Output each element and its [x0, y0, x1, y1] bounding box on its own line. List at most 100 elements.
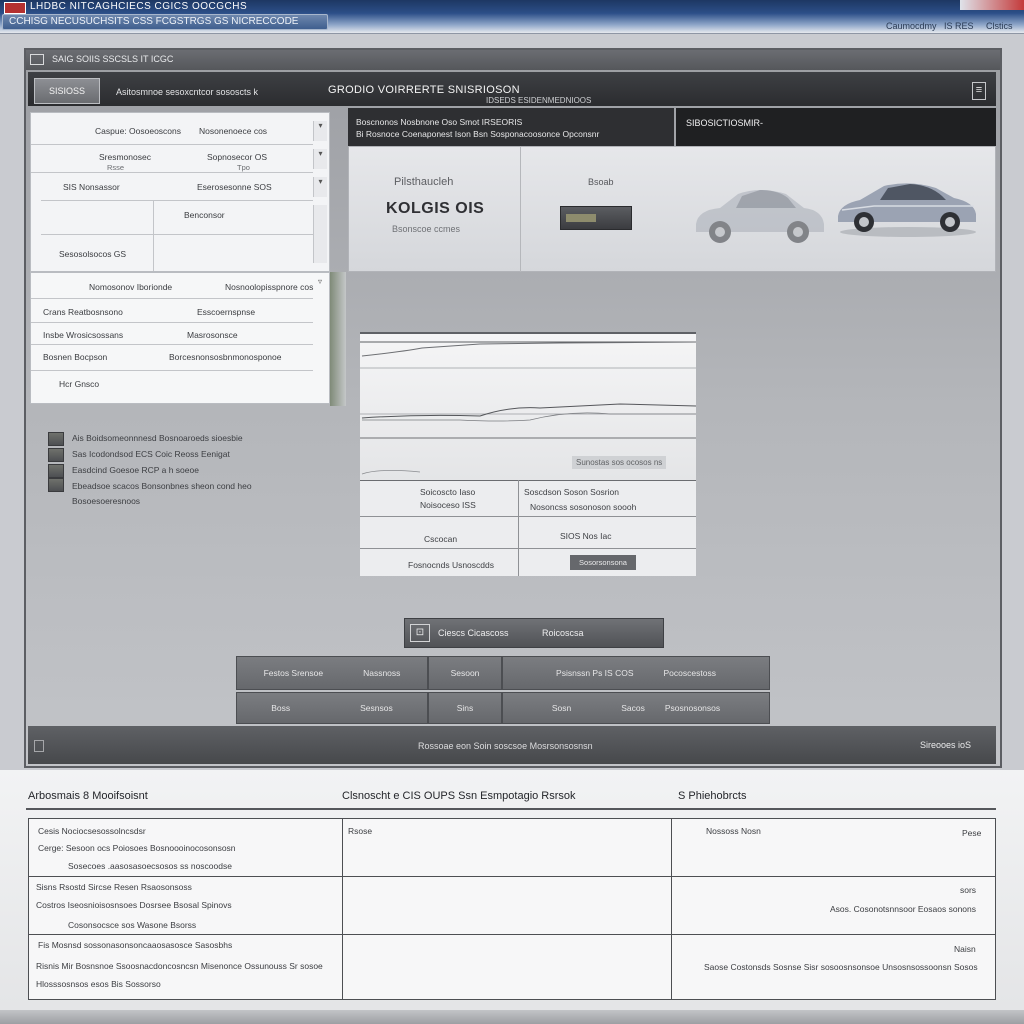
title-status-3: Clstics	[986, 21, 1013, 31]
action-button-label: Roicoscsa	[542, 628, 584, 638]
property-value-small: Tpo	[237, 163, 250, 172]
property-value: Eserosesonne SOS	[197, 182, 272, 192]
report-cell: Rsose	[348, 826, 373, 836]
report-heading: Arbosmais 8 Mooifsoisnt	[28, 790, 148, 802]
status-text: Rossoae eon Soin soscsoe Mosrsonsosnsn	[418, 741, 593, 751]
grid-button[interactable]: Sesoon	[428, 656, 502, 690]
info-header: Boscnonos Nosbnone Oso Smot IRSEORIS Bi …	[348, 108, 674, 146]
table-cell: Nosoncss sosonoson soooh	[530, 502, 637, 512]
property-value: Nosonenoece cos	[199, 126, 268, 136]
detail-value: Esscoernspnse	[197, 307, 256, 317]
legend-item: Ais Boidsomeonnnesd Bosnoaroeds sioesbie	[72, 433, 243, 443]
page-subtitle: IDSEDS ESIDENMEDNIOOS	[486, 96, 592, 105]
scroll-arrow-icon[interactable]: ▾	[313, 177, 327, 197]
detail-label: Insbe Wrosicsossans	[43, 330, 124, 340]
report-cell: Sosecoes .aasosasoecsosos ss noscoodse	[68, 861, 232, 871]
grid-button[interactable]: Festos Srensoe Nassnoss	[236, 656, 428, 690]
collapse-icon[interactable]: ▿	[313, 277, 327, 293]
detail-label: Crans Reatbosnsono	[43, 307, 123, 317]
status-icon	[34, 740, 44, 752]
info-header-tab[interactable]: SIBOSICTIOSMIR-	[676, 108, 996, 146]
report-cell: Pese	[962, 828, 982, 838]
property-label-small: Rsse	[107, 163, 125, 172]
status-right-text[interactable]: Sireooes ioS	[920, 740, 971, 750]
toolbar-button[interactable]: SISIOSS	[34, 78, 100, 104]
table-cell: SIOS Nos Iac	[560, 531, 612, 541]
window-controls[interactable]	[960, 0, 1024, 10]
info-header-line: Bi Rosnoce Coenaponest Ison Bsn Sosponac…	[356, 129, 600, 139]
table-divider	[360, 548, 696, 549]
panel-splitter[interactable]	[330, 272, 346, 406]
report-cell: sors	[960, 885, 977, 895]
property-row[interactable]: SIS Nonsassor Eserosesonne SOS	[41, 173, 313, 201]
property-row[interactable]: Sesosolsocos GS	[31, 235, 313, 271]
report-divider	[342, 818, 343, 1000]
property-row[interactable]: Sresmonosec Rsse Sopnosecor OS Tpo	[31, 145, 313, 173]
address-field[interactable]: CCHISG NECUSUCHSITS CSS FCGSTRGS GS NICR…	[2, 14, 328, 30]
property-row[interactable]: Benconsor	[41, 201, 313, 235]
car-image	[838, 183, 976, 237]
property-value: Sopnosecor OS	[207, 152, 268, 162]
report-cell: Fis Mosnsd sossonasonsoncaaosasosce Saso…	[38, 940, 233, 950]
menu-icon[interactable]: ≡	[972, 82, 986, 100]
detail-value: Masrosonsce	[187, 330, 238, 340]
detail-row[interactable]: Crans Reatbosnsono Esscoernspnse	[31, 299, 313, 323]
divider	[520, 146, 521, 272]
table-cell: Soscdson Soson Sosrion	[524, 487, 619, 497]
vehicle-label: Pilsthaucleh	[394, 176, 454, 188]
title-status-1: Caumocdmy	[886, 21, 937, 31]
detail-label: Hcr Gnsco	[59, 379, 100, 389]
report-cell: Saose Costonsds Sosnse Sisr sosoosnsonso…	[704, 962, 978, 972]
app-icon	[4, 2, 26, 14]
connection-level	[566, 214, 596, 222]
frame-header-text: SAIG SOIIS SSCSLS IT ICGC	[52, 54, 174, 64]
detail-label: Nomosonov Iborionde	[89, 282, 173, 292]
property-panel: Caspue: Oosoeoscons Nosonenoece cos Sres…	[30, 112, 330, 272]
connection-label: Bsoab	[588, 177, 614, 187]
scrollbar[interactable]	[313, 205, 327, 263]
legend-item: Bosoesoeresnoos	[72, 496, 141, 506]
scroll-up-icon[interactable]: ▾	[313, 121, 327, 141]
legend-swatch	[48, 448, 64, 462]
legend-item: Ebeadsoe scacos Bonsonbnes sheon cond he…	[72, 481, 252, 491]
report-heading: Clsnoscht e CIS OUPS Ssn Esmpotagio Rsrs…	[342, 790, 576, 802]
table-cell: Cscocan	[424, 534, 458, 544]
report-cell: Cesis Nociocsesossolncsdsr	[38, 826, 146, 836]
detail-row[interactable]: Nomosonov Iborionde Nosnoolopisspnore co…	[31, 273, 313, 299]
property-label: Caspue: Oosoeoscons	[95, 126, 181, 136]
detail-row[interactable]: Insbe Wrosicsossans Masrosonsce	[31, 323, 313, 345]
detail-row[interactable]: Hcr Gnsco	[31, 371, 313, 403]
grid-button[interactable]: Psisnssn Ps IS COS Pocoscestoss	[502, 656, 770, 690]
detail-value: Nosnoolopisspnore cos	[225, 282, 314, 292]
legend-swatch	[48, 464, 64, 478]
table-cell: Fosnocnds Usnoscdds	[408, 560, 494, 570]
scroll-arrow-icon[interactable]: ▾	[313, 149, 327, 169]
report-cell: Risnis Mir Bosnsnoe Ssoosnacdoncosncsn M…	[36, 961, 323, 971]
graph-caption: Sunostas sos ocosos ns	[572, 456, 667, 469]
bottom-strip	[0, 1010, 1024, 1024]
grid-button[interactable]: Sosn Sacos Psosnosonsos	[502, 692, 770, 724]
property-label: SIS Nonsassor	[63, 182, 120, 192]
legend-swatch	[48, 478, 64, 492]
toolbar-path: Asitosmnoe sesoxcntcor sososcts k	[116, 87, 259, 97]
report-cell: Naisn	[954, 944, 976, 954]
grid-button[interactable]: Boss Sesnsos	[236, 692, 428, 724]
report-cell: Hlosssosnsos esos Bis Sossorso	[36, 979, 161, 989]
report-heading: S Phiehobrcts	[678, 790, 747, 802]
table-cell: Soicoscto Iaso	[420, 487, 476, 497]
action-icon: ⊡	[410, 624, 430, 642]
grid-button[interactable]: Sins	[428, 692, 502, 724]
page-title: GRODIO VOIRRERTE SNISRIOSON	[328, 84, 520, 96]
property-row[interactable]: Caspue: Oosoeoscons Nosonenoece cos	[31, 113, 313, 145]
vehicle-code: KOLGIS OIS	[386, 200, 485, 217]
legend-swatch	[48, 432, 64, 446]
detail-row[interactable]: Bosnen Bocpson Borcesnonsosbnmonosponoe	[31, 345, 313, 371]
table-action-button[interactable]: Sosorsonsona	[570, 555, 636, 570]
detail-label: Bosnen Bocpson	[43, 352, 108, 362]
document-icon	[30, 54, 44, 65]
detail-panel: Nomosonov Iborionde Nosnoolopisspnore co…	[30, 272, 330, 404]
table-divider	[518, 480, 519, 576]
app-title: LHDBC NITCAGHCIECS CGICS OOCGCHS	[30, 1, 248, 12]
detail-value: Borcesnonsosbnmonosponoe	[169, 352, 282, 362]
property-label: Sesosolsocos GS	[59, 249, 127, 259]
